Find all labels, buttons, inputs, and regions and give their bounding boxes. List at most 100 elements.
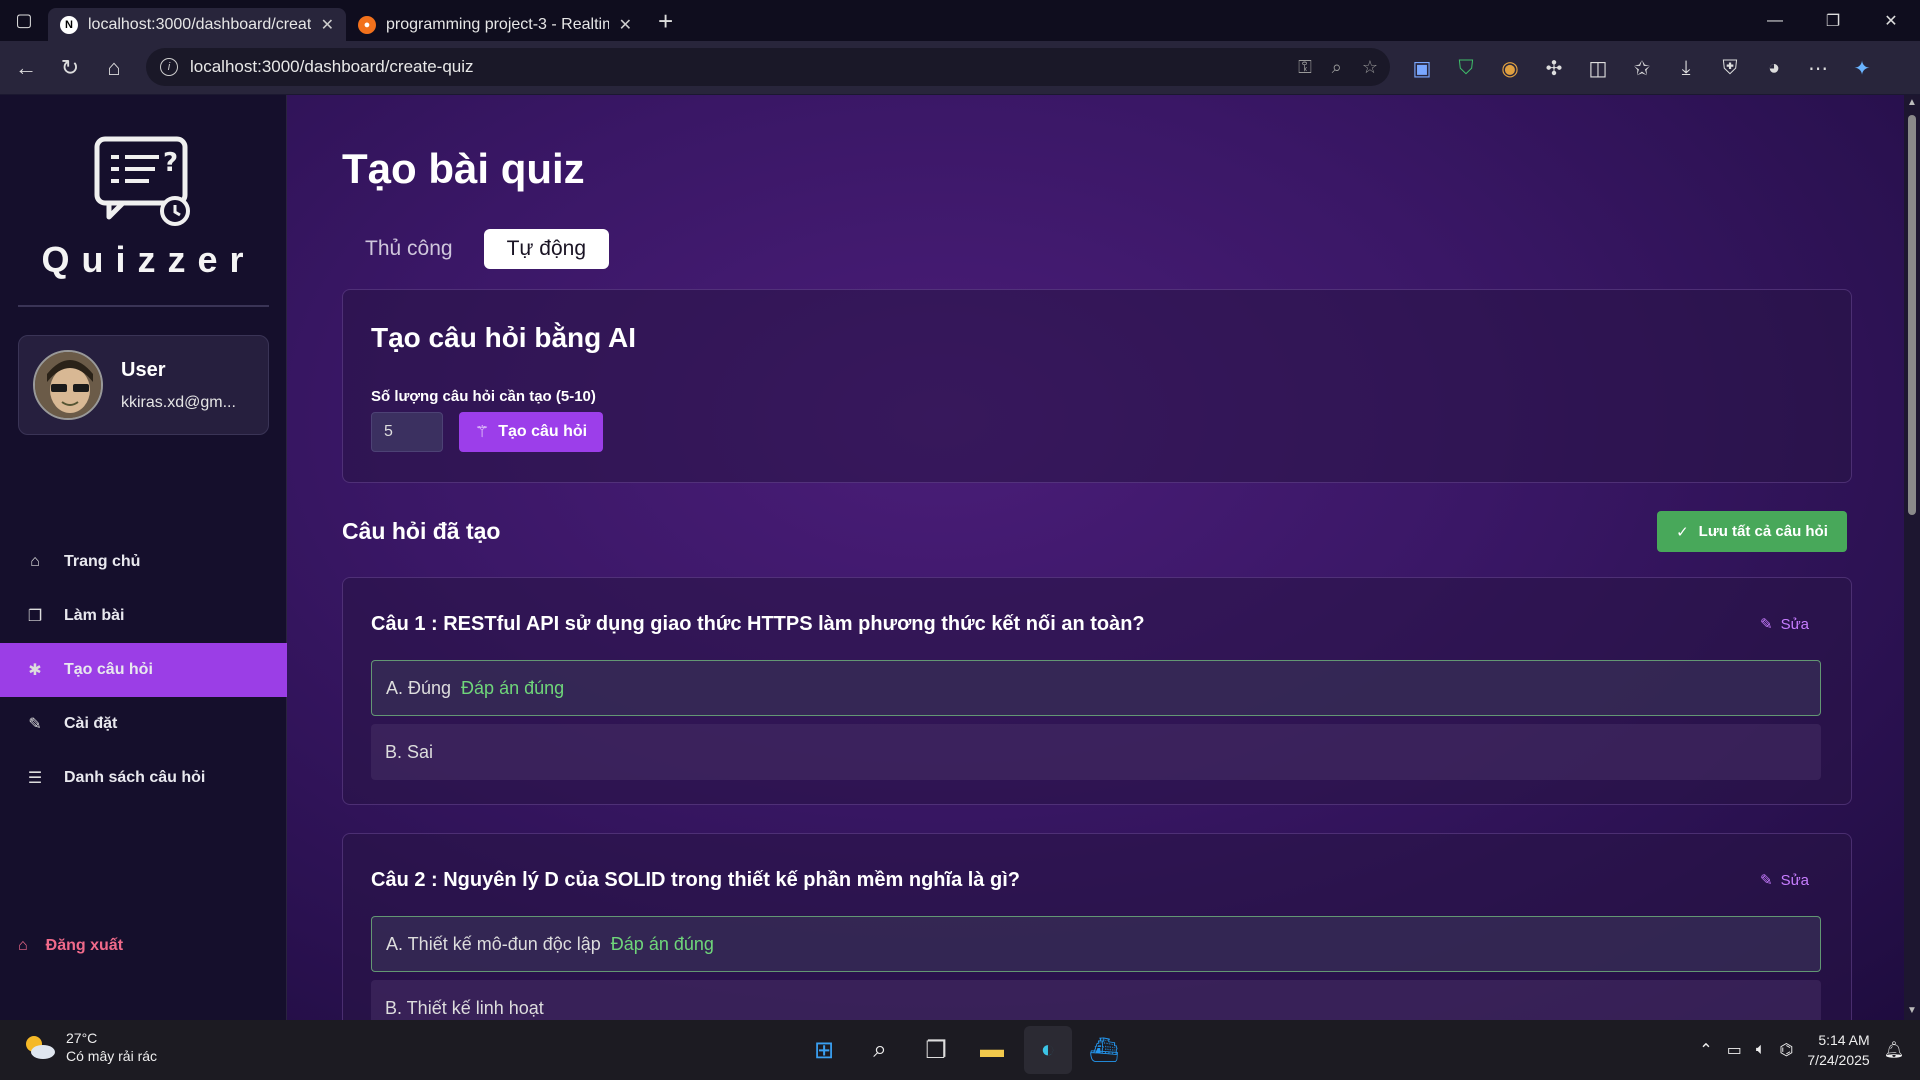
network-icon[interactable]: ⌬ [1779, 1040, 1793, 1060]
system-tray: ⌃ ▭ 🔈︎ ⌬ 5:14 AM 7/24/2025 🔔︎ [1699, 1020, 1904, 1080]
close-tab-icon[interactable]: ✕ [321, 15, 334, 35]
scrollbar-thumb[interactable] [1908, 115, 1916, 515]
weather-widget[interactable]: 27°C Có mây rải rác [22, 1030, 157, 1064]
home-icon[interactable]: ⌂ [92, 46, 136, 90]
edit-question-button[interactable]: ✎ Sửa [1760, 615, 1809, 634]
minimize-icon[interactable]: — [1746, 0, 1804, 41]
question-count-input[interactable]: 5 [371, 412, 443, 452]
more-icon[interactable]: ⋯ [1796, 46, 1840, 90]
favicon-icon: ● [358, 15, 376, 34]
maximize-icon[interactable]: ❐ [1804, 0, 1862, 41]
sidebar-item-label: Danh sách câu hỏi [64, 769, 206, 786]
edit-question-button[interactable]: ✎ Sửa [1760, 871, 1809, 890]
clock-date: 7/24/2025 [1807, 1052, 1870, 1068]
puzzle-icon[interactable]: ✣ [1532, 46, 1576, 90]
sidebar-item-take-quiz[interactable]: ❐ Làm bài [0, 589, 287, 643]
close-window-icon[interactable]: ✕ [1862, 0, 1920, 41]
security-icon[interactable]: ⛨ [1708, 46, 1752, 90]
svg-text:?: ? [163, 148, 178, 178]
edit-label: Sửa [1780, 615, 1809, 633]
sidebar-item-label: Trang chủ [64, 553, 141, 570]
sidebar-item-create-question[interactable]: ✱ Tạo câu hỏi [0, 643, 287, 697]
profile-avatar-icon[interactable]: ◕ [1752, 46, 1796, 90]
tab-automatic[interactable]: Tự động [483, 229, 609, 269]
quiz-logo-icon: ? [89, 135, 199, 227]
sidebar-item-label: Cài đặt [64, 715, 118, 732]
notification-icon[interactable]: 🔔︎ [1884, 1040, 1904, 1060]
key-icon[interactable]: ⚿ [1298, 57, 1312, 78]
back-icon[interactable]: ← [4, 46, 48, 90]
mode-tabs: Thủ công Tự động [342, 229, 609, 269]
tab-manual[interactable]: Thủ công [342, 229, 476, 269]
answer-option[interactable]: B. Sai [371, 724, 1821, 780]
pencil-icon: ✎ [1760, 872, 1773, 889]
correct-answer-tag: Đáp án đúng [461, 677, 565, 698]
display-icon[interactable]: ▭ [1727, 1040, 1742, 1060]
file-explorer-icon[interactable]: ▬ [968, 1026, 1016, 1074]
browser-tab-active[interactable]: N localhost:3000/dashboard/create- ✕ [48, 8, 346, 41]
zoom-icon[interactable]: ⌕ [1332, 57, 1342, 78]
brand-name: Quizzer [41, 239, 256, 280]
sidebar-item-label: Tạo câu hỏi [64, 661, 153, 678]
chevron-up-icon[interactable]: ⌃ [1699, 1040, 1712, 1060]
refresh-icon[interactable]: ↻ [48, 46, 92, 90]
edge-browser-icon[interactable]: ◐ [1024, 1026, 1072, 1074]
weather-icon [22, 1033, 56, 1061]
scroll-up-icon[interactable]: ▲ [1906, 97, 1918, 108]
main-content: Tạo bài quiz Thủ công Tự động Tạo câu hỏ… [287, 95, 1920, 1020]
answer-option[interactable]: B. Thiết kế linh hoạt [371, 980, 1821, 1020]
answer-option[interactable]: A. Đúng Đáp án đúng [371, 660, 1821, 716]
split-screen-icon[interactable]: ◫ [1576, 46, 1620, 90]
answer-option[interactable]: A. Thiết kế mô-đun độc lập Đáp án đúng [371, 916, 1821, 972]
save-all-label: Lưu tất cả câu hỏi [1698, 523, 1828, 540]
start-icon[interactable]: ⊞ [800, 1026, 848, 1074]
copilot-icon[interactable]: ✦ [1840, 46, 1884, 90]
logo[interactable]: ? Quizzer [0, 135, 287, 281]
pencil-icon: ✎ [1760, 616, 1773, 633]
docker-icon[interactable]: ⛴ [1080, 1026, 1128, 1074]
home-icon: ⌂ [30, 553, 40, 570]
sidebar: ? Quizzer User kkiras.xd@gm... ⌂ Trang c… [0, 95, 287, 1020]
tab-actions-icon[interactable]: ▢ [0, 0, 48, 41]
sidebar-item-home[interactable]: ⌂ Trang chủ [0, 535, 287, 589]
clock[interactable]: 5:14 AM 7/24/2025 [1807, 1030, 1869, 1070]
question-card: Câu 1 : RESTful API sử dụng giao thức HT… [342, 577, 1852, 805]
extension-icon[interactable]: ▣ [1400, 46, 1444, 90]
volume-icon[interactable]: 🔈︎ [1756, 1041, 1766, 1059]
wrench-icon: ✎ [28, 716, 42, 733]
browser-tab[interactable]: ● programming project-3 - Realtim ✕ [346, 8, 644, 41]
new-tab-icon[interactable]: + [644, 6, 687, 37]
check-icon: ✓ [1676, 523, 1689, 541]
window-controls: — ❐ ✕ [1746, 0, 1920, 41]
option-label: A. Thiết kế mô-đun độc lập [386, 933, 601, 954]
task-view-icon[interactable]: ❐ [912, 1026, 960, 1074]
search-icon[interactable]: ⌕ [856, 1026, 904, 1074]
taskbar: 27°C Có mây rải rác ⊞ ⌕ ❐ ▬ ◐ ⛴ ⌃ ▭ 🔈︎ ⌬… [0, 1020, 1920, 1080]
sidebar-item-settings[interactable]: ✎ Cài đặt [0, 697, 287, 751]
scrollbar[interactable]: ▲ ▼ [1904, 95, 1920, 1020]
ai-card-title: Tạo câu hỏi bằng AI [371, 322, 636, 353]
url-text: localhost:3000/dashboard/create-quiz [190, 57, 474, 76]
sidebar-item-question-list[interactable]: ☰ Danh sách câu hỏi [0, 751, 287, 805]
logout-label: Đăng xuất [45, 937, 124, 954]
file-icon: ❐ [27, 608, 43, 625]
logout-icon: ⌂ [18, 937, 28, 954]
save-all-questions-button[interactable]: ✓ Lưu tất cả câu hỏi [1657, 511, 1847, 552]
scroll-down-icon[interactable]: ▼ [1906, 1005, 1918, 1016]
page-title: Tạo bài quiz [342, 145, 585, 192]
question-card: Câu 2 : Nguyên lý D của SOLID trong thiế… [342, 833, 1852, 1020]
question-count-label: Số lượng câu hỏi cần tạo (5-10) [371, 388, 596, 405]
question-text: Câu 1 : RESTful API sử dụng giao thức HT… [371, 613, 1145, 635]
ai-generate-card: Tạo câu hỏi bằng AI Số lượng câu hỏi cần… [342, 289, 1852, 483]
address-bar[interactable]: i localhost:3000/dashboard/create-quiz ⚿… [146, 48, 1390, 86]
info-icon[interactable]: i [160, 58, 178, 76]
download-icon[interactable]: ⤓ [1664, 46, 1708, 90]
favorite-star-icon[interactable]: ☆ [1362, 57, 1378, 78]
favorites-icon[interactable]: ✩ [1620, 46, 1664, 90]
generate-questions-button[interactable]: ⚚ Tạo câu hỏi [459, 412, 603, 452]
close-tab-icon[interactable]: ✕ [619, 15, 632, 35]
user-card[interactable]: User kkiras.xd@gm... [18, 335, 269, 435]
extension-icon[interactable]: ◉ [1488, 46, 1532, 90]
logout-button[interactable]: ⌂ Đăng xuất [18, 937, 123, 955]
shield-extension-icon[interactable]: ⛉ [1444, 46, 1488, 90]
